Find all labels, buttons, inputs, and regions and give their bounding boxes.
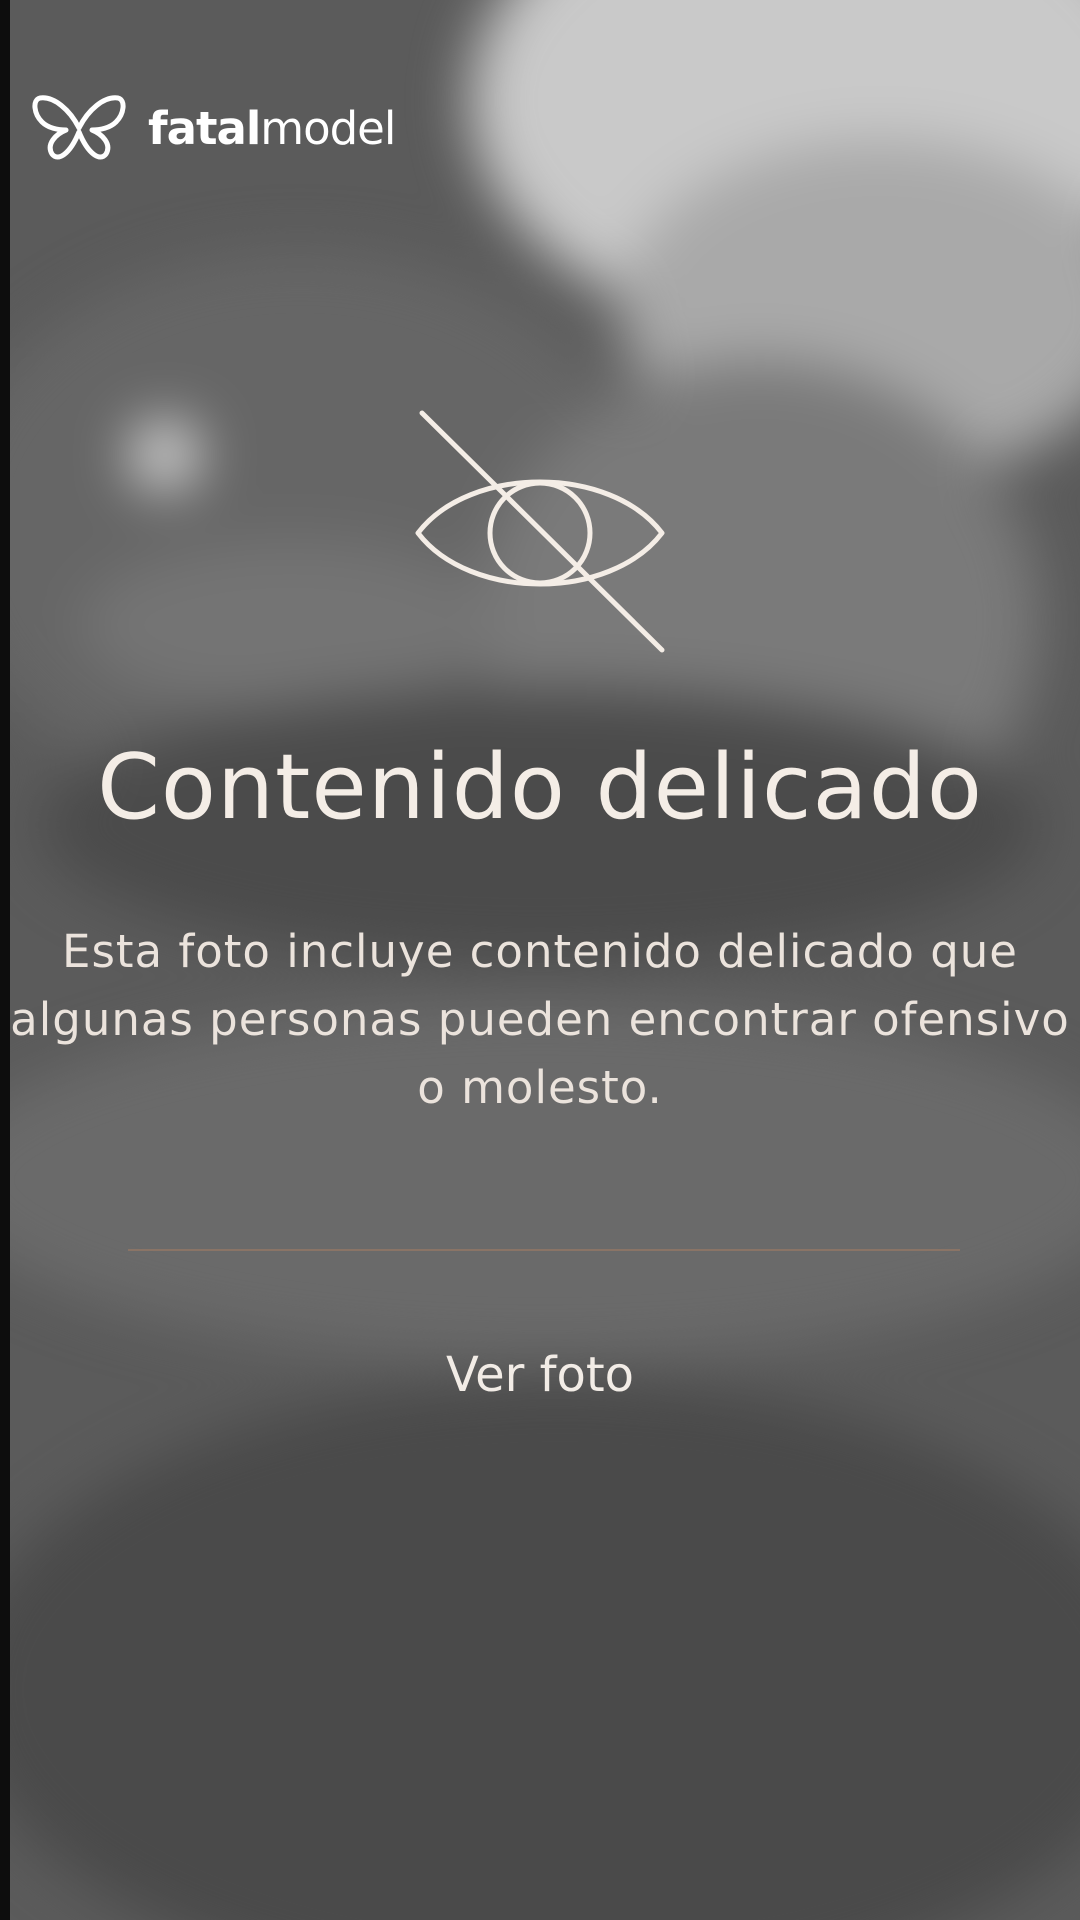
brand-name-regular: model (260, 101, 396, 155)
overlay-title: Contenido delicado (97, 735, 983, 840)
overlay-message: Esta foto incluye contenido delicado que… (10, 925, 1070, 1114)
sensitive-content-screen: fatalmodel Contenido delicado Esta foto … (0, 0, 1080, 1920)
brand-logo: fatalmodel (30, 92, 396, 164)
brand-name-bold: fatal (148, 101, 261, 155)
brand-name: fatalmodel (148, 101, 396, 155)
butterfly-icon (32, 95, 126, 160)
view-photo-button[interactable]: Ver foto (340, 1330, 740, 1420)
divider (128, 1249, 960, 1251)
eye-slash-icon (415, 410, 665, 653)
